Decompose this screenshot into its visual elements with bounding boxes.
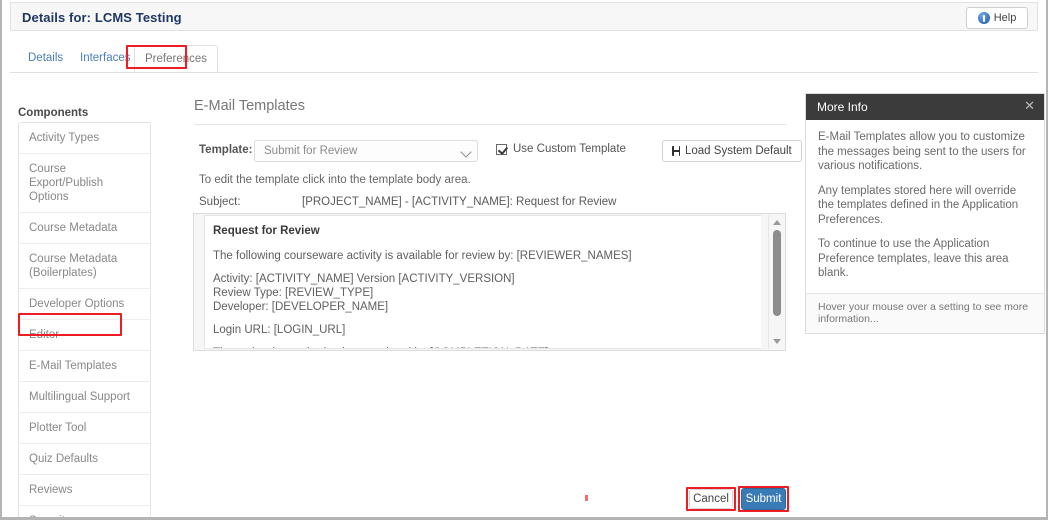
edit-hint-text: To edit the template click into the temp… xyxy=(199,174,471,186)
more-info-paragraph-1: E-Mail Templates allow you to customize … xyxy=(818,131,1026,172)
sidebar-item-course-metadata-boilerplates[interactable]: Course Metadata (Boilerplates) xyxy=(19,244,150,289)
sidebar-item-quiz-defaults[interactable]: Quiz Defaults xyxy=(19,444,150,475)
body-completion-line: The review is required to be completed b… xyxy=(213,346,751,348)
info-circle-icon xyxy=(977,12,990,24)
template-body-container: Request for Review The following coursew… xyxy=(193,213,786,351)
template-body-editor[interactable]: Request for Review The following coursew… xyxy=(204,215,761,349)
load-system-default-label: Load System Default xyxy=(685,145,792,157)
body-intro-line: The following courseware activity is ava… xyxy=(213,250,632,262)
close-icon[interactable]: ✕ xyxy=(1024,98,1035,114)
section-title: E-Mail Templates xyxy=(194,98,305,114)
sidebar-item-security[interactable]: Security xyxy=(19,506,150,517)
body-developer-line: Developer: [DEVELOPER_NAME] xyxy=(213,301,389,313)
use-custom-template-checkbox[interactable]: Use Custom Template xyxy=(496,143,626,155)
subject-value: [PROJECT_NAME] - [ACTIVITY_NAME]: Reques… xyxy=(302,196,617,208)
more-info-body: E-Mail Templates allow you to customize … xyxy=(806,120,1044,293)
more-info-paragraph-2: Any templates stored here will override … xyxy=(818,184,1019,226)
template-body-scrollbar[interactable] xyxy=(768,215,784,349)
scroll-down-arrow-icon[interactable] xyxy=(773,339,781,344)
save-file-icon xyxy=(672,146,680,156)
submit-button[interactable]: Submit xyxy=(741,488,786,510)
template-select[interactable]: Submit for Review xyxy=(254,140,478,162)
help-button-label: Help xyxy=(993,12,1017,24)
tab-preferences[interactable]: Preferences xyxy=(134,45,219,72)
more-info-paragraph-3: To continue to use the Application Prefe… xyxy=(818,238,1009,279)
sidebar-item-developer-options[interactable]: Developer Options xyxy=(19,289,150,320)
subject-label: Subject: xyxy=(199,196,241,208)
tab-interfaces[interactable]: Interfaces xyxy=(70,45,141,72)
more-info-title: More Info xyxy=(817,100,868,114)
subject-row: Subject: [PROJECT_NAME] - [ACTIVITY_NAME]… xyxy=(199,196,779,208)
sidebar-item-course-export-publish-options[interactable]: Course Export/Publish Options xyxy=(19,154,150,213)
sidebar-item-reviews[interactable]: Reviews xyxy=(19,475,150,506)
sidebar-item-activity-types[interactable]: Activity Types xyxy=(19,123,150,154)
sidebar-item-editor[interactable]: Editor xyxy=(19,320,150,351)
sidebar-title: Components xyxy=(18,107,89,119)
app-screen: Details for: LCMS Testing Help Details I… xyxy=(0,0,1048,520)
scroll-up-arrow-icon[interactable] xyxy=(773,220,781,225)
sidebar-item-plotter-tool[interactable]: Plotter Tool xyxy=(19,413,150,444)
required-field-marker xyxy=(585,495,588,501)
tab-details[interactable]: Details xyxy=(18,45,73,72)
page-title: Details for: LCMS Testing xyxy=(22,10,182,25)
body-activity-line: Activity: [ACTIVITY_NAME] Version [ACTIV… xyxy=(213,273,515,285)
sidebar-item-email-templates[interactable]: E-Mail Templates xyxy=(19,351,150,382)
use-custom-template-label: Use Custom Template xyxy=(513,143,626,155)
more-info-header: More Info ✕ xyxy=(806,94,1044,120)
sidebar-component-list: Activity Types Course Export/Publish Opt… xyxy=(18,122,151,517)
template-row: Template: Submit for Review Use Custom T… xyxy=(194,140,802,164)
sidebar-item-course-metadata[interactable]: Course Metadata xyxy=(19,213,150,244)
body-login-url-line: Login URL: [LOGIN_URL] xyxy=(213,324,346,336)
page-header-bar: Details for: LCMS Testing Help xyxy=(10,2,1038,31)
more-info-panel: More Info ✕ E-Mail Templates allow you t… xyxy=(805,93,1045,334)
checkbox-checked-icon xyxy=(496,143,507,155)
tab-bar: Details Interfaces Preferences xyxy=(10,45,1038,73)
scrollbar-thumb[interactable] xyxy=(773,230,781,316)
body-review-type-line: Review Type: [REVIEW_TYPE] xyxy=(213,287,374,299)
section-divider xyxy=(194,124,786,125)
help-button[interactable]: Help xyxy=(966,7,1028,29)
load-system-default-button[interactable]: Load System Default xyxy=(662,140,802,162)
sidebar-item-multilingual-support[interactable]: Multilingual Support xyxy=(19,382,150,413)
cancel-button[interactable]: Cancel xyxy=(689,489,733,509)
template-label: Template: xyxy=(199,144,253,156)
chevron-down-icon xyxy=(460,146,472,158)
body-heading: Request for Review xyxy=(213,225,320,237)
template-select-value: Submit for Review xyxy=(264,145,358,157)
more-info-footer: Hover your mouse over a setting to see m… xyxy=(806,292,1044,333)
